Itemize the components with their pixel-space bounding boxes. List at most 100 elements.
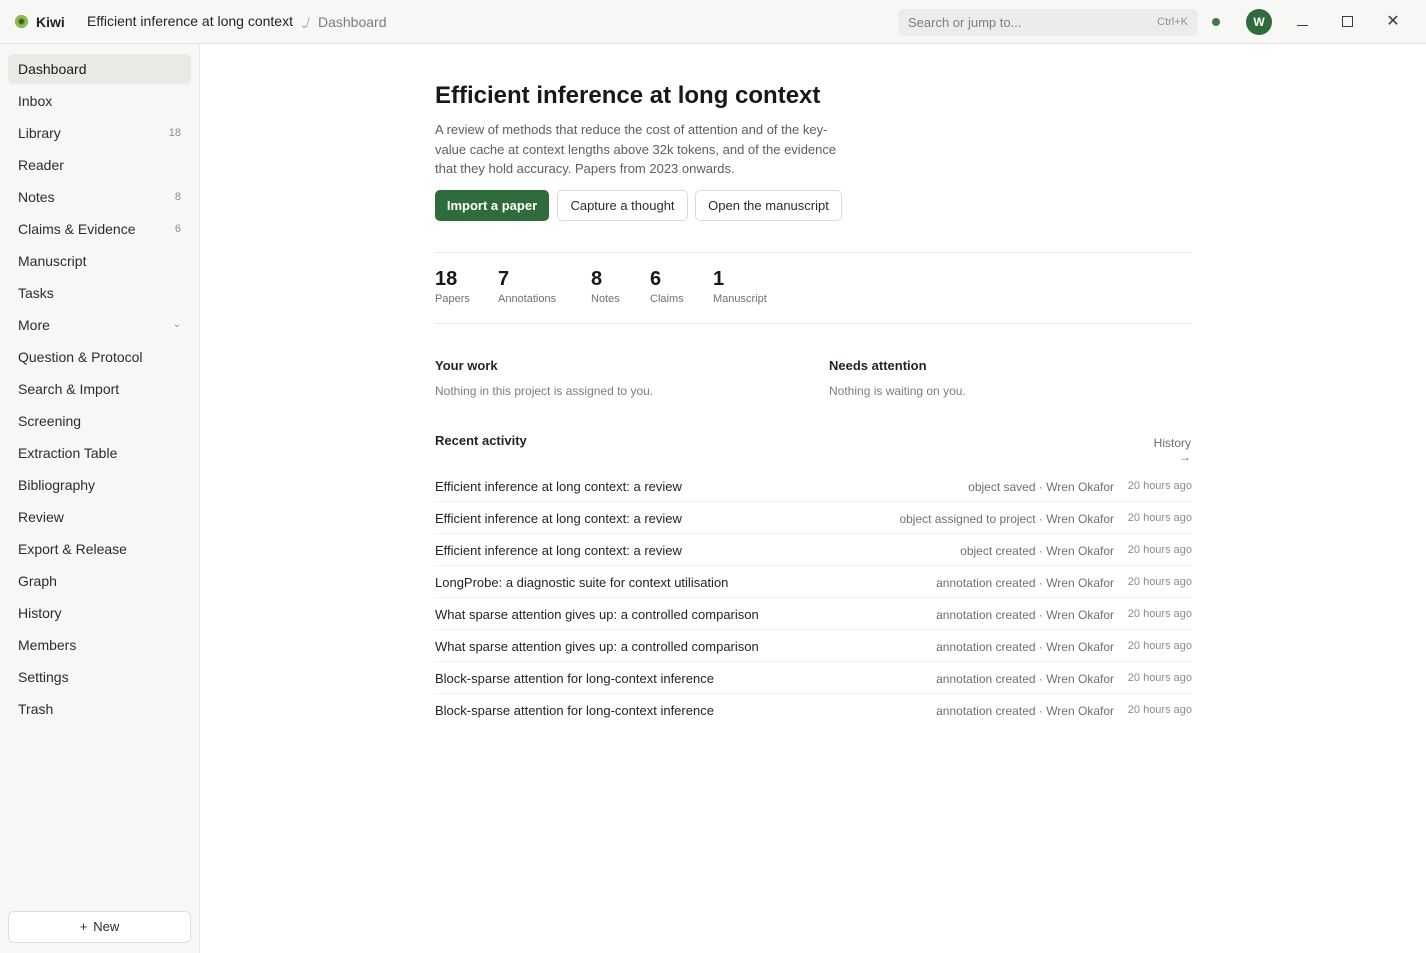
- activity-title: Block-sparse attention for long-context …: [435, 703, 714, 718]
- new-button-label: New: [93, 919, 120, 934]
- sidebar-item-label: Claims & Evidence: [18, 221, 136, 237]
- sidebar-item-members[interactable]: Members: [8, 630, 191, 660]
- maximize-button[interactable]: [1332, 8, 1362, 36]
- sidebar-item-label: Review: [18, 509, 64, 525]
- sidebar-item-label: Notes: [18, 189, 55, 205]
- activity-meta: object created · Wren Okafor: [960, 544, 1114, 558]
- sidebar-item-label: Trash: [18, 701, 54, 717]
- sidebar-item-label: Reader: [18, 157, 64, 173]
- sidebar-item-tasks[interactable]: Tasks: [8, 278, 191, 308]
- sidebar-item-search-import[interactable]: Search & Import: [8, 374, 191, 404]
- sidebar-item-dashboard[interactable]: Dashboard: [8, 54, 191, 84]
- sync-status-dot: [1212, 18, 1220, 26]
- stat-label: Claims: [650, 293, 684, 305]
- activity-row[interactable]: What sparse attention gives up: a contro…: [435, 598, 1192, 630]
- sidebar-item-export-release[interactable]: Export & Release: [8, 534, 191, 564]
- divider: [435, 323, 1192, 324]
- stat-label: Papers: [435, 293, 470, 305]
- activity-time: 20 hours ago: [1127, 672, 1192, 684]
- sidebar-item-settings[interactable]: Settings: [8, 662, 191, 692]
- stat-manuscript[interactable]: 1 Manuscript: [713, 268, 767, 305]
- sidebar-item-graph[interactable]: Graph: [8, 566, 191, 596]
- main-content: Efficient inference at long context A re…: [200, 44, 1426, 953]
- activity-row[interactable]: Block-sparse attention for long-context …: [435, 662, 1192, 694]
- divider: [435, 252, 1192, 253]
- user-avatar[interactable]: W: [1246, 9, 1272, 35]
- minimize-button[interactable]: [1287, 8, 1317, 36]
- close-button[interactable]: ✕: [1378, 8, 1408, 36]
- sidebar-item-label: Inbox: [18, 93, 53, 109]
- activity-title: LongProbe: a diagnostic suite for contex…: [435, 575, 729, 590]
- capture-thought-button[interactable]: Capture a thought: [557, 190, 688, 221]
- sidebar-item-more[interactable]: More ⌄: [8, 310, 191, 340]
- activity-title: Efficient inference at long context: a r…: [435, 543, 682, 558]
- your-work-empty-text: Nothing in this project is assigned to y…: [435, 384, 654, 398]
- activity-row[interactable]: What sparse attention gives up: a contro…: [435, 630, 1192, 662]
- sidebar-item-question-protocol[interactable]: Question & Protocol: [8, 342, 191, 372]
- sidebar-item-notes[interactable]: Notes 8: [8, 182, 191, 212]
- page-title: Efficient inference at long context: [435, 82, 821, 109]
- activity-row[interactable]: Efficient inference at long context: a r…: [435, 534, 1192, 566]
- sidebar-item-label: Library: [18, 125, 61, 141]
- activity-row[interactable]: Block-sparse attention for long-context …: [435, 694, 1192, 726]
- activity-meta: annotation created · Wren Okafor: [936, 704, 1114, 718]
- sidebar-item-review[interactable]: Review: [8, 502, 191, 532]
- app-name: Kiwi: [36, 14, 65, 30]
- minimize-icon: [1296, 25, 1308, 27]
- activity-meta: annotation created · Wren Okafor: [936, 672, 1114, 686]
- sidebar-item-inbox[interactable]: Inbox: [8, 86, 191, 116]
- activity-time: 20 hours ago: [1127, 576, 1192, 588]
- search-box[interactable]: Ctrl+K: [898, 9, 1198, 36]
- stat-papers[interactable]: 18 Papers: [435, 268, 470, 305]
- maximize-icon: [1341, 16, 1353, 28]
- stat-label: Annotations: [498, 293, 557, 305]
- needs-attention-empty-text: Nothing is waiting on you.: [829, 384, 966, 398]
- stat-notes[interactable]: 8 Notes: [591, 268, 620, 305]
- import-paper-button[interactable]: Import a paper: [435, 190, 549, 221]
- breadcrumb-current: Dashboard: [318, 14, 387, 30]
- chevron-down-icon: ⌄: [172, 319, 181, 330]
- activity-title: Efficient inference at long context: a r…: [435, 479, 682, 494]
- sidebar-item-reader[interactable]: Reader: [8, 150, 191, 180]
- sidebar-item-manuscript[interactable]: Manuscript: [8, 246, 191, 276]
- search-shortcut-hint: Ctrl+K: [1157, 16, 1188, 28]
- activity-time: 20 hours ago: [1127, 608, 1192, 620]
- breadcrumb-separator: /: [306, 14, 310, 30]
- your-work-title: Your work: [435, 358, 498, 373]
- sidebar-item-trash[interactable]: Trash: [8, 694, 191, 724]
- activity-meta: annotation created · Wren Okafor: [936, 576, 1114, 590]
- sidebar-item-screening[interactable]: Screening: [8, 406, 191, 436]
- page-description: A review of methods that reduce the cost…: [435, 122, 837, 176]
- activity-meta: object saved · Wren Okafor: [968, 480, 1114, 494]
- activity-row[interactable]: Efficient inference at long context: a r…: [435, 470, 1192, 502]
- sidebar-item-library[interactable]: Library 18: [8, 118, 191, 148]
- sidebar-item-label: Settings: [18, 669, 69, 685]
- stat-annotations[interactable]: 7 Annotations: [498, 268, 556, 305]
- stat-value: 8: [591, 268, 603, 290]
- activity-meta: annotation created · Wren Okafor: [936, 640, 1114, 654]
- project-switcher[interactable]: Efficient inference at long context ⌄: [87, 13, 308, 31]
- sidebar-item-claims-evidence[interactable]: Claims & Evidence 6: [8, 214, 191, 244]
- project-name: Efficient inference at long context: [87, 13, 293, 29]
- sidebar-item-count: 18: [168, 127, 181, 139]
- sidebar-item-label: Dashboard: [18, 61, 87, 77]
- activity-row[interactable]: Efficient inference at long context: a r…: [435, 502, 1192, 534]
- sidebar-item-bibliography[interactable]: Bibliography: [8, 470, 191, 500]
- activity-title: What sparse attention gives up: a contro…: [435, 607, 759, 622]
- stat-claims[interactable]: 6 Claims: [650, 268, 684, 305]
- stat-value: 1: [713, 268, 725, 290]
- needs-attention-title: Needs attention: [829, 358, 927, 373]
- sidebar-item-extraction-table[interactable]: Extraction Table: [8, 438, 191, 468]
- history-link[interactable]: History →: [1140, 436, 1191, 464]
- sidebar-item-label: Extraction Table: [18, 445, 118, 461]
- activity-row[interactable]: LongProbe: a diagnostic suite for contex…: [435, 566, 1192, 598]
- open-manuscript-button[interactable]: Open the manuscript: [695, 190, 842, 221]
- sidebar: Dashboard Inbox Library 18 Reader Notes …: [0, 44, 200, 953]
- close-icon: ✕: [1386, 13, 1400, 30]
- sidebar-item-label: Screening: [18, 413, 82, 429]
- search-input[interactable]: [908, 9, 1138, 36]
- sidebar-item-label: Tasks: [18, 285, 54, 301]
- new-button[interactable]: + New: [8, 911, 191, 943]
- stat-label: Manuscript: [713, 293, 767, 305]
- sidebar-item-history[interactable]: History: [8, 598, 191, 628]
